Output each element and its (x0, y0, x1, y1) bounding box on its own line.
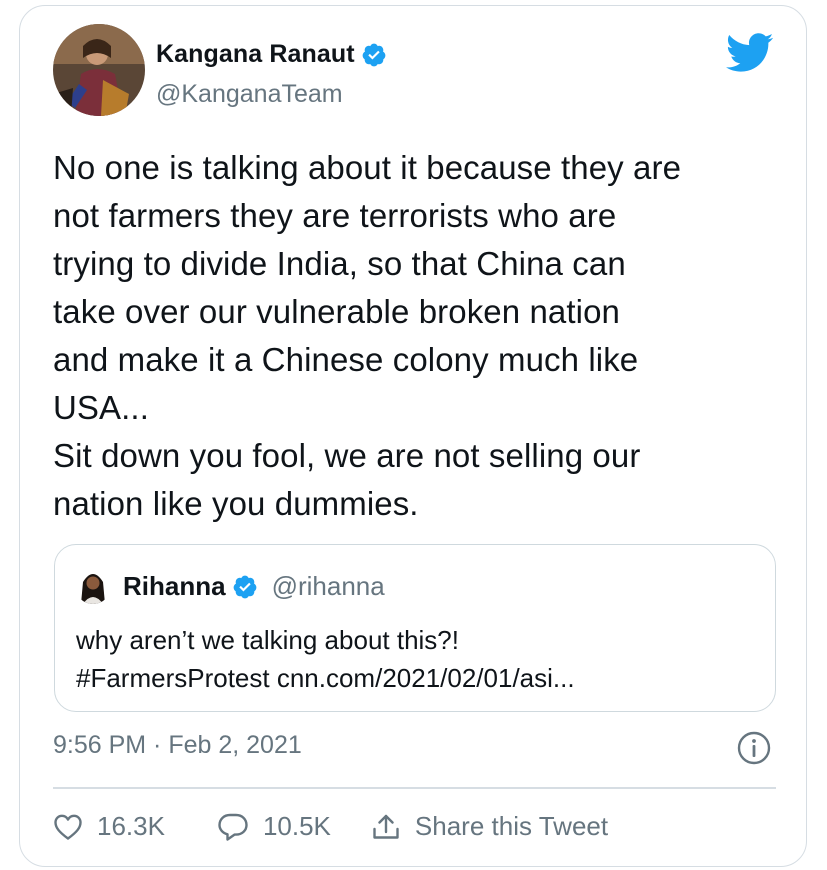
share-tweet-button[interactable]: Share this Tweet (371, 811, 608, 842)
quoted-tweet-text: why aren’t we talking about this?! #Farm… (76, 625, 575, 693)
share-upload-icon (373, 814, 399, 839)
author-handle[interactable]: @KanganaTeam (156, 80, 343, 109)
like-count: 16.3K (97, 811, 165, 841)
tweet-timestamp[interactable]: 9:56 PM · Feb 2, 2021 (53, 731, 302, 760)
like-button[interactable]: 16.3K (53, 811, 165, 842)
share-label: Share this Tweet (414, 811, 609, 841)
author-avatar[interactable] (53, 24, 145, 116)
reply-count: 10.5K (262, 811, 331, 841)
speech-bubble-icon (218, 813, 248, 841)
actions-divider (53, 787, 776, 789)
quoted-author-name[interactable]: Rihanna (123, 571, 226, 602)
quoted-author-avatar[interactable] (75, 568, 111, 604)
quoted-tweet[interactable]: Rihanna @rihanna why aren’t we talking a… (54, 544, 776, 712)
reply-button[interactable]: 10.5K (217, 811, 331, 842)
author-name-row[interactable]: Kangana Ranaut (156, 40, 387, 69)
info-icon[interactable] (736, 730, 772, 766)
heart-icon (54, 814, 82, 840)
quoted-author-handle[interactable]: @rihanna (272, 571, 385, 602)
verified-badge-icon (232, 574, 258, 600)
author-name[interactable]: Kangana Ranaut (156, 40, 355, 69)
quoted-header: Rihanna @rihanna (123, 571, 385, 602)
tweet-body-text: No one is talking about it because they … (53, 149, 682, 522)
verified-badge-icon (361, 42, 387, 68)
twitter-bird-icon[interactable] (726, 33, 774, 73)
tweet-card: Kangana Ranaut @KanganaTeam No one is ta… (19, 5, 807, 867)
tweet-actions: 16.3K 10.5K Share this Tweet (53, 811, 608, 842)
